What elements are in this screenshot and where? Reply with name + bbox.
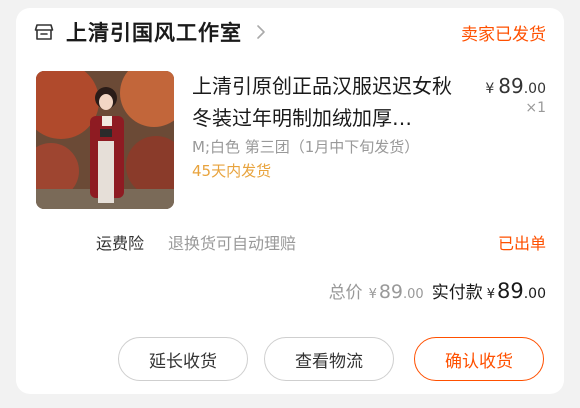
shop-header[interactable]: 上清引国风工作室 [34, 18, 266, 46]
view-logistics-button[interactable]: 查看物流 [264, 337, 394, 381]
extend-receipt-button[interactable]: 延长收货 [118, 337, 248, 381]
confirm-receipt-button[interactable]: 确认收货 [414, 337, 544, 381]
order-card: 上清引国风工作室 卖家已发货 上清引原创正品汉服迟迟女秋冬装过年明制加绒加厚… … [16, 8, 564, 394]
ship-note: 45天内发货 [192, 162, 272, 180]
paid-integer: 89 [497, 279, 524, 303]
insurance-desc: 退换货可自动理赔 [168, 234, 297, 253]
shop-name[interactable]: 上清引国风工作室 [66, 17, 242, 47]
paid-decimal: .00 [523, 286, 546, 302]
price-decimal: .00 [523, 81, 546, 97]
total-label: 总价 [328, 283, 363, 303]
unit-price: ¥89.00 [485, 74, 546, 98]
price-symbol: ¥ [485, 81, 495, 97]
chevron-right-icon [257, 25, 265, 39]
order-totals: 总价 ¥89.00 实付款 ¥89.00 [329, 278, 546, 303]
sku-spec: M;白色 第三团（1月中下旬发货） [192, 138, 420, 156]
product-title[interactable]: 上清引原创正品汉服迟迟女秋冬装过年明制加绒加厚… [192, 70, 462, 134]
paid-label: 实付款 [431, 283, 483, 303]
total-integer: 89 [378, 281, 404, 303]
total-decimal: .00 [403, 287, 424, 302]
order-status: 卖家已发货 [461, 25, 546, 45]
total-symbol: ¥ [368, 287, 377, 302]
insurance-label: 运费险 [96, 234, 145, 253]
product-image[interactable] [36, 71, 174, 209]
quantity: ×1 [525, 100, 546, 116]
paid-symbol: ¥ [486, 287, 495, 302]
price-integer: 89 [498, 74, 524, 98]
store-icon [34, 24, 54, 40]
insurance-status[interactable]: 已出单 [498, 230, 546, 254]
